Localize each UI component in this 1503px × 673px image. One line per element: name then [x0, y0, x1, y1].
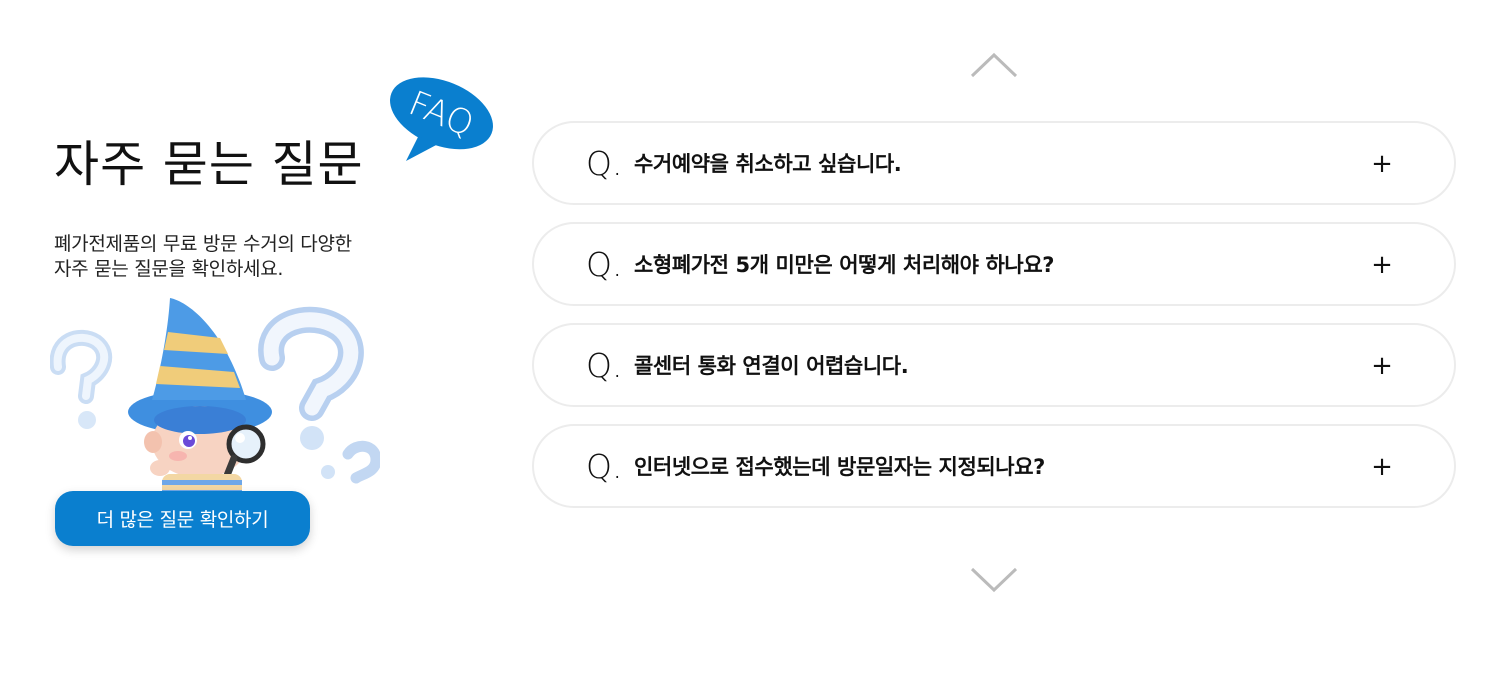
faq-speech-bubble-icon: FAQ: [382, 73, 498, 163]
faq-item[interactable]: Q. 수거예약을 취소하고 싶습니다. +: [532, 121, 1456, 205]
question-prefix: Q.: [586, 447, 623, 486]
page-title: 자주 묻는 질문: [54, 136, 364, 193]
expand-plus-icon[interactable]: +: [1365, 349, 1399, 383]
question-prefix: Q.: [586, 346, 623, 385]
expand-plus-icon[interactable]: +: [1365, 147, 1399, 181]
chevron-up-icon: [970, 52, 1018, 78]
faq-item[interactable]: Q. 소형폐가전 5개 미만은 어떻게 처리해야 하나요? +: [532, 222, 1456, 306]
expand-plus-icon[interactable]: +: [1365, 248, 1399, 282]
chevron-down-icon: [970, 567, 1018, 593]
page-subtitle: 폐가전제품의 무료 방문 수거의 다양한 자주 묻는 질문을 확인하세요.: [54, 232, 352, 282]
faq-question: 소형폐가전 5개 미만은 어떻게 처리해야 하나요?: [634, 253, 1055, 277]
faq-section: FAQ 자주 묻는 질문 폐가전제품의 무료 방문 수거의 다양한 자주 묻는 …: [0, 0, 1503, 673]
faq-question: 콜센터 통화 연결이 어렵습니다.: [634, 354, 909, 378]
faq-list: Q. 수거예약을 취소하고 싶습니다. + Q. 소형폐가전 5개 미만은 어떻…: [532, 121, 1456, 525]
more-questions-button[interactable]: 더 많은 질문 확인하기: [55, 491, 310, 546]
question-prefix: Q.: [586, 245, 623, 284]
faq-question: 인터넷으로 접수했는데 방문일자는 지정되나요?: [634, 455, 1045, 479]
next-button[interactable]: [970, 567, 1018, 593]
question-mark-icon: [258, 306, 364, 450]
faq-item[interactable]: Q. 인터넷으로 접수했는데 방문일자는 지정되나요? +: [532, 424, 1456, 508]
wizard-mascot-illustration: [50, 292, 380, 497]
question-mark-icon: [50, 330, 113, 429]
faq-item[interactable]: Q. 콜센터 통화 연결이 어렵습니다. +: [532, 323, 1456, 407]
subtitle-line: 폐가전제품의 무료 방문 수거의 다양한: [54, 233, 352, 255]
previous-button[interactable]: [970, 52, 1018, 78]
faq-question: 수거예약을 취소하고 싶습니다.: [634, 152, 902, 176]
question-mark-icon: [321, 440, 380, 484]
subtitle-line: 자주 묻는 질문을 확인하세요.: [54, 258, 284, 280]
expand-plus-icon[interactable]: +: [1365, 450, 1399, 484]
question-prefix: Q.: [586, 144, 623, 183]
